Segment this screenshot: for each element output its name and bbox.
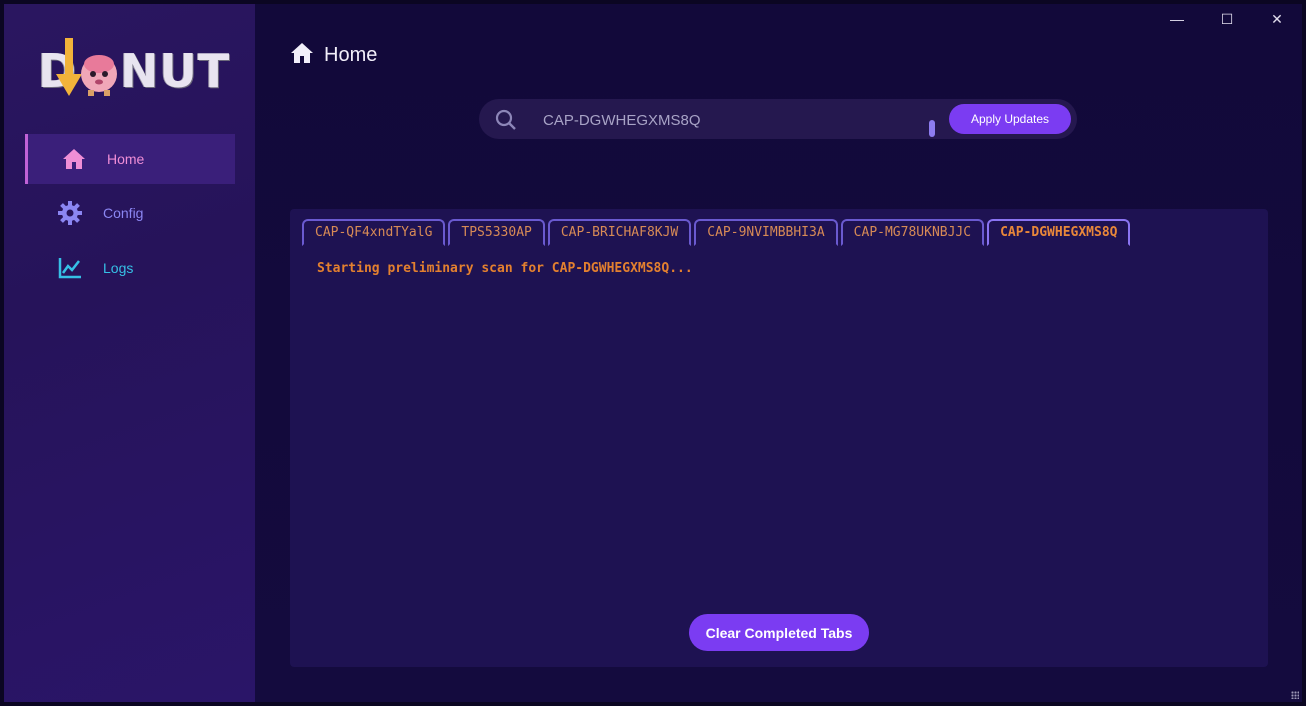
scan-panel: CAP-QF4xndTYalG TPS5330AP CAP-BRICHAF8KJ… [290, 209, 1268, 667]
tab-cap-mg78uknbjjc[interactable]: CAP-MG78UKNBJJC [840, 219, 985, 246]
search-icon[interactable] [495, 109, 517, 136]
sidebar-item-label: Logs [103, 260, 134, 276]
apply-updates-button[interactable]: Apply Updates [949, 104, 1071, 134]
tab-bar: CAP-QF4xndTYalG TPS5330AP CAP-BRICHAF8KJ… [302, 219, 1133, 246]
resize-grip[interactable] [1291, 691, 1299, 699]
main-content: — ☐ ✕ Home Apply Updates CAP-QF4xndTYalG… [255, 4, 1302, 702]
sidebar-item-label: Config [103, 205, 144, 221]
maximize-button[interactable]: ☐ [1202, 4, 1252, 34]
search-bar: Apply Updates [479, 99, 1077, 139]
minimize-button[interactable]: — [1152, 4, 1202, 34]
app-window: D NUT Home Config Logs — ☐ ✕ Home CAP-DG… [4, 4, 1302, 702]
clear-completed-tabs-button[interactable]: Clear Completed Tabs [689, 614, 869, 651]
tab-cap-brichaf8kjw[interactable]: CAP-BRICHAF8KJW [547, 219, 692, 246]
tab-cap-dgwhegxms8q[interactable]: CAP-DGWHEGXMS8Q [987, 219, 1131, 246]
chart-line-icon [58, 256, 82, 280]
donut-mascot-icon [81, 55, 117, 96]
search-scrollbar[interactable] [929, 120, 935, 137]
home-icon [62, 147, 86, 171]
page-title: Home [324, 44, 378, 66]
sidebar-item-logs[interactable]: Logs [25, 243, 235, 293]
page-header: Home [290, 42, 377, 69]
search-input[interactable] [541, 107, 905, 133]
tab-cap-9nvimbbhi3a[interactable]: CAP-9NVIMBBHI3A [694, 219, 838, 246]
log-output: Starting preliminary scan for CAP-DGWHEG… [317, 261, 693, 276]
tab-tps5330ap[interactable]: TPS5330AP [448, 219, 545, 246]
logo-letters-nut: NUT [120, 44, 231, 98]
home-icon [290, 42, 314, 69]
sidebar-item-label: Home [107, 151, 145, 167]
window-controls: — ☐ ✕ [1152, 4, 1302, 34]
sidebar-item-config[interactable]: Config [25, 188, 235, 238]
sidebar: D NUT Home Config Logs [4, 4, 255, 702]
app-logo: D NUT [38, 38, 229, 102]
sidebar-item-home[interactable]: Home [25, 134, 235, 184]
close-button[interactable]: ✕ [1252, 4, 1302, 34]
gear-icon [58, 201, 82, 225]
tab-cap-qf4xndtyalg[interactable]: CAP-QF4xndTYalG [302, 219, 446, 246]
